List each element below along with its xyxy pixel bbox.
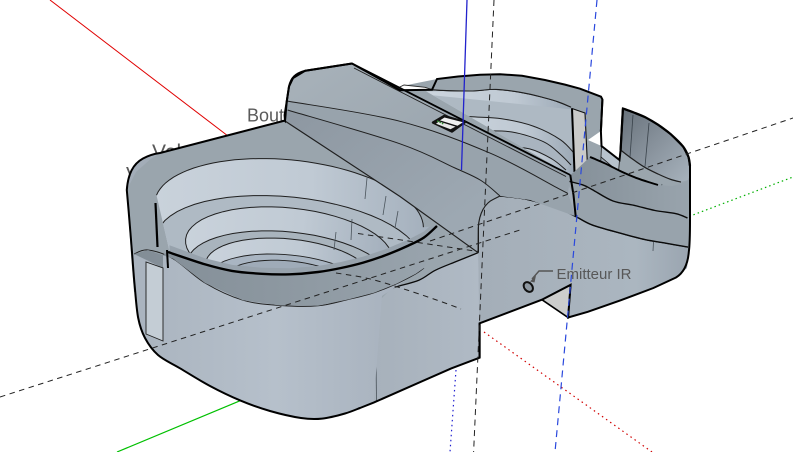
svg-text:Emitteur IR: Emitteur IR (557, 266, 632, 283)
